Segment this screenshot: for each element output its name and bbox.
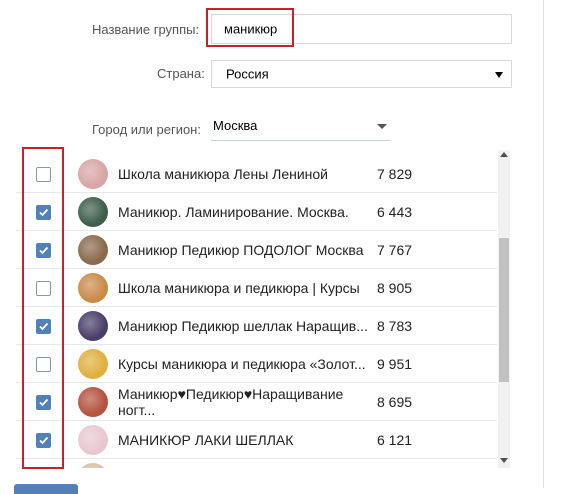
group-avatar[interactable] bbox=[78, 235, 108, 265]
group-avatar[interactable] bbox=[78, 425, 108, 455]
panel-border bbox=[543, 0, 544, 488]
row-divider bbox=[16, 382, 497, 383]
row-divider bbox=[16, 306, 497, 307]
group-avatar[interactable] bbox=[78, 463, 108, 468]
group-row[interactable]: Школа маникюра и педикюра | Курсы 8 905 bbox=[0, 270, 497, 307]
group-avatar[interactable] bbox=[78, 197, 108, 227]
group-name[interactable]: Школа маникюра и педикюра | Курсы bbox=[118, 280, 360, 296]
group-name[interactable]: Курсы маникюра и педикюра «Золот... bbox=[118, 356, 366, 372]
row-divider bbox=[16, 230, 497, 231]
group-row[interactable]: Маникюр Педикюр шеллак Наращив... 8 783 bbox=[0, 308, 497, 345]
group-avatar[interactable] bbox=[78, 273, 108, 303]
group-row[interactable]: Маникюрная студия | Маникюр bbox=[0, 460, 497, 468]
group-avatar[interactable] bbox=[78, 159, 108, 189]
group-name[interactable]: Маникюр♥Педикюр♥Наращивание ногт... bbox=[118, 386, 343, 418]
group-row[interactable]: Школа маникюра Лены Лениной 7 829 bbox=[0, 156, 497, 193]
row-divider bbox=[16, 420, 497, 421]
group-name[interactable]: МАНИКЮР ЛАКИ ШЕЛЛАК bbox=[118, 432, 293, 448]
row-divider bbox=[16, 192, 497, 193]
group-row[interactable]: Маникюр♥Педикюр♥Наращивание ногт... 8 695 bbox=[0, 384, 497, 421]
group-name-line1: Маникюр♥Педикюр♥Наращивание bbox=[118, 386, 344, 402]
group-member-count: 7 767 bbox=[377, 242, 413, 258]
scroll-up-icon[interactable] bbox=[500, 152, 508, 157]
group-name[interactable]: Маникюр Педикюр ПОДОЛОГ Москва bbox=[118, 242, 364, 258]
group-member-count: 6 443 bbox=[377, 204, 413, 220]
group-name[interactable]: Школа маникюра Лены Лениной bbox=[118, 166, 328, 182]
group-name-line2: ногт... bbox=[118, 402, 156, 418]
group-avatar[interactable] bbox=[78, 311, 108, 341]
row-divider bbox=[16, 344, 497, 345]
group-member-count: 9 951 bbox=[377, 356, 413, 372]
row-divider bbox=[16, 458, 497, 459]
search-button[interactable] bbox=[14, 484, 78, 494]
highlight-checkbox-column bbox=[22, 147, 64, 469]
group-avatar[interactable] bbox=[78, 349, 108, 379]
scroll-down-icon[interactable] bbox=[500, 458, 508, 463]
scrollbar-thumb[interactable] bbox=[499, 238, 509, 382]
group-member-count: 7 829 bbox=[377, 166, 413, 182]
group-member-count: 8 783 bbox=[377, 318, 413, 334]
group-row[interactable]: Маникюр. Ламинирование. Москва. 6 443 bbox=[0, 194, 497, 231]
group-row[interactable]: Курсы маникюра и педикюра «Золот... 9 951 bbox=[0, 346, 497, 383]
row-divider bbox=[16, 268, 497, 269]
group-row[interactable]: Маникюр Педикюр ПОДОЛОГ Москва 7 767 bbox=[0, 232, 497, 269]
group-member-count: 6 121 bbox=[377, 432, 413, 448]
group-name[interactable]: Маникюр Педикюр шеллак Наращив... bbox=[118, 318, 368, 334]
group-member-count: 8 905 bbox=[377, 280, 413, 296]
group-avatar[interactable] bbox=[78, 387, 108, 417]
group-name[interactable]: Маникюр. Ламинирование. Москва. bbox=[118, 204, 349, 220]
group-row[interactable]: МАНИКЮР ЛАКИ ШЕЛЛАК 6 121 bbox=[0, 422, 497, 459]
group-list: Школа маникюра Лены Лениной 7 829 Маникюр.… bbox=[0, 0, 497, 468]
group-member-count: 8 695 bbox=[377, 394, 413, 410]
